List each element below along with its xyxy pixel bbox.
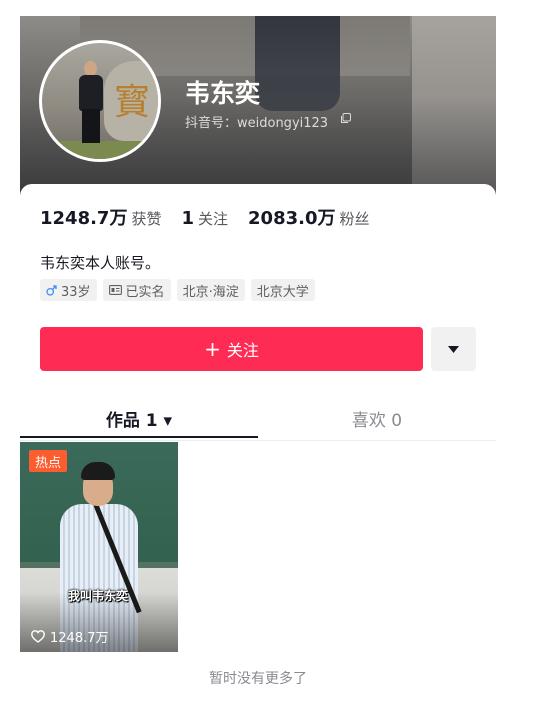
content-tabs: 作品 1 ▾ 喜欢 0 xyxy=(20,396,496,441)
video-caption: 我叫韦东奕 xyxy=(68,589,129,603)
school-tag-label: 北京大学 xyxy=(256,284,309,300)
heart-icon xyxy=(31,630,45,643)
copy-icon[interactable] xyxy=(340,113,351,124)
stats-row: 1248.7万 获赞 1 关注 2083.0万 粉丝 xyxy=(40,204,390,230)
avatar[interactable]: 寳 xyxy=(39,40,161,162)
likes-count: 1248.7万 xyxy=(40,208,128,229)
verified-tag: 已实名 xyxy=(102,279,171,301)
tab-likes[interactable]: 喜欢 0 xyxy=(258,396,496,440)
id-card-icon xyxy=(108,285,122,295)
profile-tags: 33岁 已实名 北京·海淀 北京大学 xyxy=(40,279,315,301)
tab-works[interactable]: 作品 1 ▾ xyxy=(20,396,258,440)
following-label[interactable]: 关注 xyxy=(198,208,228,229)
profile-card: 1248.7万 获赞 1 关注 2083.0万 粉丝 韦东奕本人账号。 33岁 xyxy=(20,184,496,704)
likes-label: 获赞 xyxy=(131,210,162,228)
active-tab-indicator xyxy=(20,436,258,438)
verified-tag-label: 已实名 xyxy=(125,284,165,300)
douyin-id: 抖音号：weidongyi123 xyxy=(185,116,329,131)
more-options-button[interactable] xyxy=(431,327,476,371)
video-thumbnail[interactable]: 热点 我叫韦东奕 1248.7万 xyxy=(20,442,178,652)
plus-icon: + xyxy=(204,337,221,361)
follow-button-label: 关注 xyxy=(226,341,259,360)
profile-page: 寳 韦东奕 抖音号：weidongyi123 1248.7万 获赞 1 关注 2… xyxy=(20,16,496,704)
dropdown-arrow-icon xyxy=(448,345,459,353)
video-likes-count: 1248.7万 xyxy=(50,631,109,646)
followers-count[interactable]: 2083.0万 xyxy=(248,204,335,230)
profile-name: 韦东奕 xyxy=(185,79,261,108)
following-count[interactable]: 1 xyxy=(181,208,194,229)
school-tag: 北京大学 xyxy=(250,279,315,301)
follow-button[interactable]: + 关注 xyxy=(40,327,423,371)
video-likes: 1248.7万 xyxy=(31,627,109,646)
no-more-text: 暂时没有更多了 xyxy=(209,671,307,687)
male-icon xyxy=(46,284,57,296)
location-tag: 北京·海淀 xyxy=(176,279,245,301)
hot-badge: 热点 xyxy=(29,450,68,472)
followers-label[interactable]: 粉丝 xyxy=(340,208,370,229)
location-tag-label: 北京·海淀 xyxy=(182,284,239,300)
age-tag: 33岁 xyxy=(40,279,97,301)
age-tag-label: 33岁 xyxy=(61,284,91,300)
bio-text: 韦东奕本人账号。 xyxy=(40,254,161,272)
